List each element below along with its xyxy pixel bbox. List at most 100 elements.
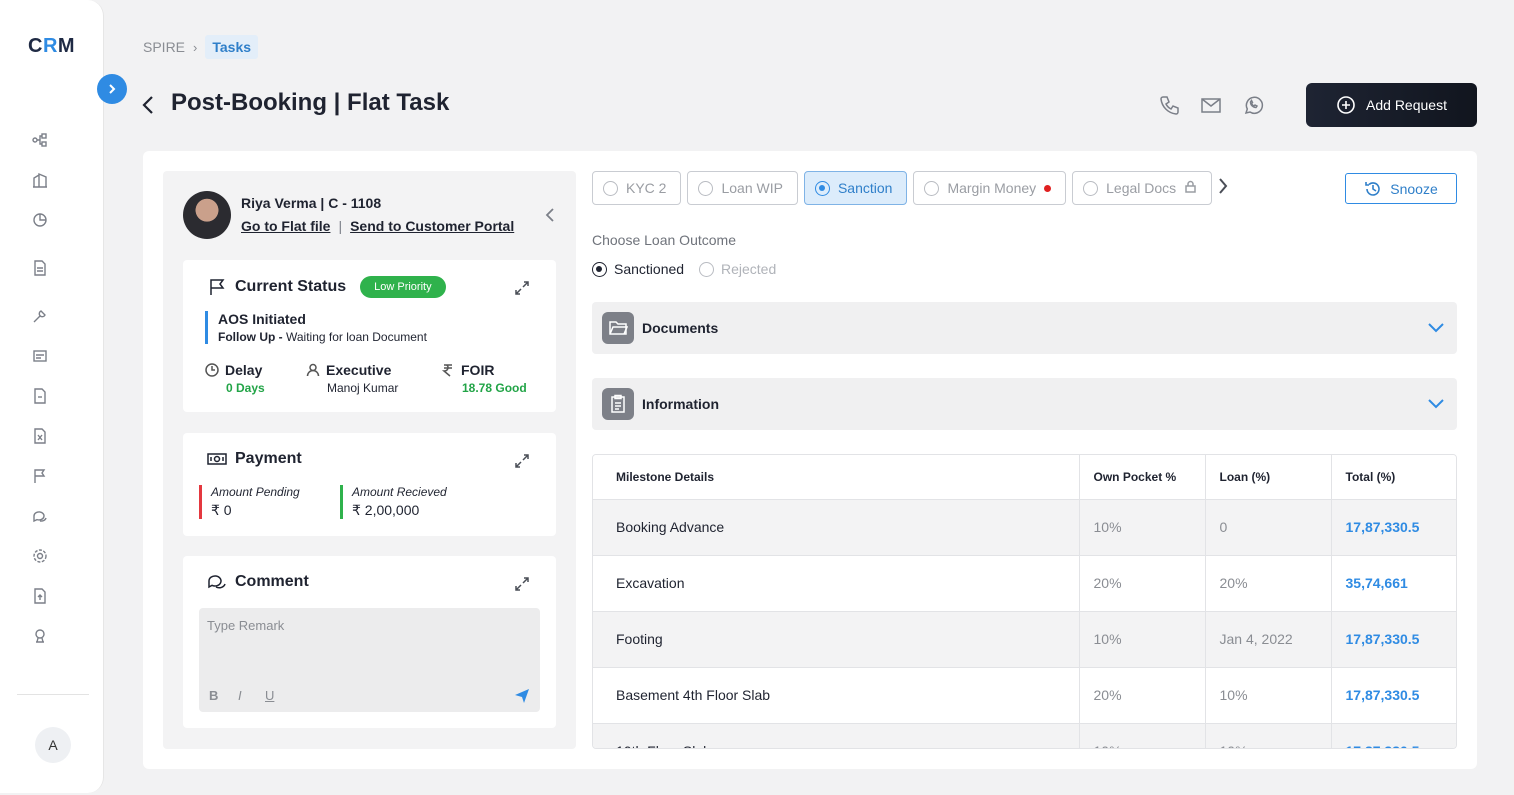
workflow-icon[interactable]	[30, 130, 50, 150]
invoice-icon[interactable]	[30, 386, 50, 406]
delay-value: 0 Days	[226, 381, 265, 395]
document-icon[interactable]	[30, 258, 50, 278]
settings-icon[interactable]	[30, 546, 50, 566]
comment-card: Comment Type Remark B I U	[183, 556, 556, 728]
remark-placeholder: Type Remark	[207, 618, 285, 633]
excel-file-icon[interactable]	[30, 426, 50, 446]
lock-icon	[1184, 180, 1197, 196]
history-icon	[1365, 181, 1381, 196]
current-status-card: Current Status Low Priority AOS Initiate…	[183, 260, 556, 412]
user-icon	[306, 363, 320, 377]
table-row: 10th Floor Slab10%10%17,87,330.5	[593, 722, 1456, 748]
remark-input[interactable]: Type Remark B I U	[199, 608, 540, 712]
app-logo[interactable]: CRM	[28, 35, 75, 58]
mail-icon[interactable]	[1200, 94, 1222, 116]
stage-tabs: KYC 2 Loan WIP Sanction Margin Money Leg…	[592, 171, 1228, 205]
breadcrumb: SPIRE › Tasks	[143, 35, 259, 59]
loan-outcome-label: Choose Loan Outcome	[592, 232, 736, 248]
information-accordion[interactable]: Information	[592, 378, 1457, 430]
sidebar-divider	[17, 694, 89, 695]
italic-button[interactable]: I	[238, 688, 242, 703]
table-row: Excavation 20% 20% 35,74,661	[593, 554, 1456, 611]
whatsapp-icon[interactable]	[1242, 94, 1264, 116]
support-icon[interactable]	[30, 626, 50, 646]
page-title: Post-Booking | Flat Task	[171, 89, 450, 116]
upload-file-icon[interactable]	[30, 586, 50, 606]
status-block: AOS Initiated Follow Up - Waiting for lo…	[205, 311, 427, 344]
add-request-button[interactable]: Add Request	[1306, 83, 1477, 127]
tab-legal-docs[interactable]: Legal Docs	[1072, 171, 1213, 205]
expand-icon[interactable]	[514, 453, 530, 469]
breadcrumb-separator: ›	[193, 39, 198, 55]
payment-title: Payment	[207, 449, 302, 469]
sidebar: CRM A	[0, 0, 104, 793]
col-total: Total (%)	[1330, 455, 1456, 499]
delay-metric: Delay 0 Days	[205, 362, 265, 395]
foir-value: 18.78 Good	[462, 381, 527, 395]
tab-kyc-2[interactable]: KYC 2	[592, 171, 682, 205]
go-to-flat-file-link[interactable]: Go to Flat file	[241, 218, 330, 234]
current-status-title: Current Status Low Priority	[207, 276, 446, 298]
breadcrumb-current[interactable]: Tasks	[205, 35, 259, 59]
chevron-left-icon	[545, 208, 554, 222]
wrench-icon[interactable]	[30, 306, 50, 326]
customer-avatar	[183, 191, 231, 239]
cash-icon	[207, 453, 227, 465]
collapse-panel-button[interactable]	[545, 207, 559, 223]
message-icon[interactable]	[30, 346, 50, 366]
breadcrumb-root[interactable]: SPIRE	[143, 39, 185, 55]
chevron-down-icon	[1427, 320, 1445, 334]
customer-name: Riya Verma | C - 1108	[241, 195, 382, 211]
comments-icon	[208, 575, 226, 589]
chevron-right-icon	[1219, 177, 1228, 194]
table-header-row: Milestone Details Own Pocket % Loan (%) …	[593, 455, 1456, 499]
sidebar-toggle-button[interactable]	[97, 74, 127, 104]
expand-icon[interactable]	[514, 280, 530, 296]
status-text: AOS Initiated	[218, 311, 306, 327]
chevron-down-icon	[1427, 396, 1445, 410]
table-row: Footing 10% Jan 4, 2022 17,87,330.5	[593, 610, 1456, 667]
bold-button[interactable]: B	[209, 688, 218, 703]
rupee-icon	[441, 364, 452, 377]
clipboard-icon	[602, 388, 634, 420]
underline-button[interactable]: U	[265, 688, 274, 703]
add-request-label: Add Request	[1366, 97, 1447, 113]
documents-accordion[interactable]: Documents	[592, 302, 1457, 354]
back-button[interactable]	[141, 93, 161, 117]
priority-badge: Low Priority	[360, 276, 446, 298]
chat-icon[interactable]	[30, 506, 50, 526]
main-card: Riya Verma | C - 1108 Go to Flat file | …	[143, 151, 1477, 769]
user-avatar[interactable]: A	[35, 727, 71, 763]
amount-pending: Amount Pending ₹ 0	[199, 485, 300, 519]
milestone-table: Milestone Details Own Pocket % Loan (%) …	[592, 454, 1457, 749]
plus-circle-icon	[1337, 96, 1355, 114]
pie-chart-icon[interactable]	[30, 210, 50, 230]
customer-links: Go to Flat file | Send to Customer Porta…	[241, 218, 514, 234]
flag-icon	[210, 279, 225, 295]
expand-icon[interactable]	[514, 576, 530, 592]
col-loan: Loan (%)	[1204, 455, 1331, 499]
table-row: Basement 4th Floor Slab 20% 10% 17,87,330.5	[593, 666, 1456, 723]
tab-loan-wip[interactable]: Loan WIP	[687, 171, 798, 205]
radio-sanctioned[interactable]: Sanctioned	[592, 261, 684, 277]
comment-title: Comment	[207, 572, 309, 592]
folder-icon	[602, 312, 634, 344]
flag-icon[interactable]	[30, 466, 50, 486]
chevron-right-icon	[109, 84, 116, 94]
col-milestone-details: Milestone Details	[593, 455, 1079, 499]
table-row: Booking Advance 10% 0 17,87,330.5	[593, 498, 1456, 555]
follow-up-text: Follow Up - Waiting for loan Document	[218, 330, 427, 344]
amount-received-value: ₹ 2,00,000	[352, 502, 420, 518]
send-icon[interactable]	[514, 688, 530, 704]
payment-card: Payment Amount Pending ₹ 0 Amount Reciev…	[183, 433, 556, 536]
tab-margin-money[interactable]: Margin Money	[913, 171, 1067, 205]
customer-panel: Riya Verma | C - 1108 Go to Flat file | …	[163, 171, 576, 749]
tabs-next-button[interactable]	[1218, 177, 1228, 200]
snooze-button[interactable]: Snooze	[1345, 173, 1457, 204]
radio-rejected[interactable]: Rejected	[699, 261, 776, 277]
phone-icon[interactable]	[1158, 94, 1180, 116]
send-to-portal-link[interactable]: Send to Customer Portal	[350, 218, 514, 234]
tab-sanction[interactable]: Sanction	[803, 171, 908, 205]
building-icon[interactable]	[30, 170, 50, 190]
chevron-left-icon	[142, 96, 153, 114]
